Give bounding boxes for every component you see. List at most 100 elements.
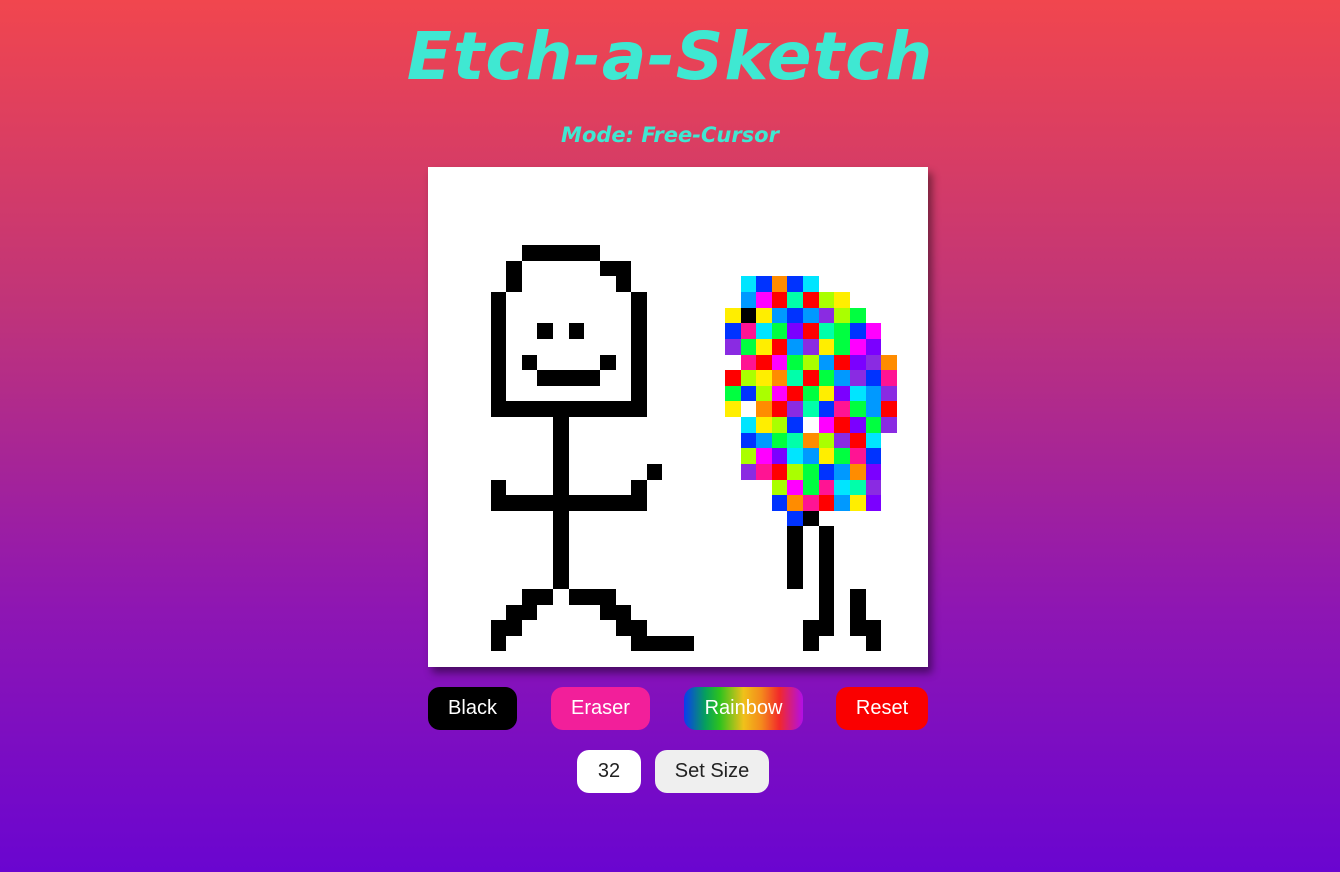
grid-cell[interactable] xyxy=(771,307,788,324)
grid-cell[interactable] xyxy=(693,588,710,605)
grid-cell[interactable] xyxy=(615,401,632,417)
grid-cell[interactable] xyxy=(615,323,632,339)
grid-cell[interactable] xyxy=(756,276,772,292)
grid-cell[interactable] xyxy=(678,401,694,417)
grid-cell[interactable] xyxy=(443,370,460,386)
grid-cell[interactable] xyxy=(865,651,882,667)
grid-cell[interactable] xyxy=(428,213,444,230)
grid-cell[interactable] xyxy=(474,588,491,605)
grid-cell[interactable] xyxy=(521,354,538,371)
grid-cell[interactable] xyxy=(865,557,882,574)
grid-cell[interactable] xyxy=(568,167,585,183)
grid-cell[interactable] xyxy=(865,417,882,433)
grid-cell[interactable] xyxy=(787,635,803,652)
grid-cell[interactable] xyxy=(459,651,475,667)
grid-cell[interactable] xyxy=(724,620,741,636)
grid-cell[interactable] xyxy=(678,385,694,402)
grid-cell[interactable] xyxy=(818,245,835,261)
grid-cell[interactable] xyxy=(443,167,460,183)
grid-cell[interactable] xyxy=(662,620,678,636)
grid-cell[interactable] xyxy=(803,604,819,621)
grid-cell[interactable] xyxy=(709,635,725,652)
grid-cell[interactable] xyxy=(662,323,678,339)
grid-cell[interactable] xyxy=(506,292,522,308)
grid-cell[interactable] xyxy=(537,588,553,605)
grid-cell[interactable] xyxy=(740,432,757,449)
grid-cell[interactable] xyxy=(537,635,553,652)
grid-cell[interactable] xyxy=(896,495,913,511)
grid-cell[interactable] xyxy=(584,479,600,496)
grid-cell[interactable] xyxy=(662,635,678,652)
grid-cell[interactable] xyxy=(771,245,788,261)
grid-cell[interactable] xyxy=(693,276,710,292)
grid-cell[interactable] xyxy=(849,432,866,449)
grid-cell[interactable] xyxy=(631,276,647,292)
grid-cell[interactable] xyxy=(459,323,475,339)
grid-cell[interactable] xyxy=(693,213,710,230)
grid-cell[interactable] xyxy=(553,182,569,199)
grid-cell[interactable] xyxy=(490,432,507,449)
grid-cell[interactable] xyxy=(896,370,913,386)
grid-cell[interactable] xyxy=(568,463,585,480)
grid-cell[interactable] xyxy=(428,292,444,308)
rainbow-button[interactable]: Rainbow xyxy=(684,687,803,730)
grid-cell[interactable] xyxy=(584,432,600,449)
grid-cell[interactable] xyxy=(537,198,553,214)
grid-cell[interactable] xyxy=(631,526,647,542)
grid-cell[interactable] xyxy=(646,370,663,386)
grid-cell[interactable] xyxy=(615,573,632,589)
grid-cell[interactable] xyxy=(834,463,850,480)
grid-cell[interactable] xyxy=(818,417,835,433)
grid-cell[interactable] xyxy=(428,323,444,339)
grid-cell[interactable] xyxy=(615,463,632,480)
grid-cell[interactable] xyxy=(506,495,522,511)
grid-cell[interactable] xyxy=(584,620,600,636)
grid-cell[interactable] xyxy=(787,526,803,542)
grid-cell[interactable] xyxy=(662,542,678,558)
grid-cell[interactable] xyxy=(756,526,772,542)
grid-cell[interactable] xyxy=(881,495,897,511)
grid-cell[interactable] xyxy=(896,417,913,433)
grid-cell[interactable] xyxy=(818,495,835,511)
grid-cell[interactable] xyxy=(537,495,553,511)
grid-cell[interactable] xyxy=(662,213,678,230)
grid-cell[interactable] xyxy=(787,213,803,230)
grid-cell[interactable] xyxy=(443,495,460,511)
grid-cell[interactable] xyxy=(521,573,538,589)
grid-cell[interactable] xyxy=(803,635,819,652)
grid-cell[interactable] xyxy=(912,213,928,230)
grid-cell[interactable] xyxy=(865,307,882,324)
grid-cell[interactable] xyxy=(678,182,694,199)
grid-cell[interactable] xyxy=(865,276,882,292)
grid-cell[interactable] xyxy=(912,245,928,261)
grid-cell[interactable] xyxy=(912,620,928,636)
grid-cell[interactable] xyxy=(506,463,522,480)
grid-cell[interactable] xyxy=(724,588,741,605)
grid-cell[interactable] xyxy=(443,526,460,542)
grid-cell[interactable] xyxy=(537,229,553,246)
grid-cell[interactable] xyxy=(849,307,866,324)
grid-cell[interactable] xyxy=(584,260,600,277)
grid-cell[interactable] xyxy=(459,260,475,277)
grid-cell[interactable] xyxy=(537,542,553,558)
grid-cell[interactable] xyxy=(615,542,632,558)
grid-cell[interactable] xyxy=(771,448,788,464)
grid-cell[interactable] xyxy=(428,557,444,574)
grid-cell[interactable] xyxy=(709,495,725,511)
grid-cell[interactable] xyxy=(787,542,803,558)
grid-cell[interactable] xyxy=(912,198,928,214)
grid-cell[interactable] xyxy=(631,417,647,433)
grid-cell[interactable] xyxy=(521,635,538,652)
grid-cell[interactable] xyxy=(568,510,585,527)
grid-cell[interactable] xyxy=(834,417,850,433)
grid-cell[interactable] xyxy=(740,307,757,324)
grid-cell[interactable] xyxy=(490,370,507,386)
grid-cell[interactable] xyxy=(474,213,491,230)
grid-cell[interactable] xyxy=(834,307,850,324)
grid-cell[interactable] xyxy=(756,542,772,558)
grid-cell[interactable] xyxy=(818,276,835,292)
grid-cell[interactable] xyxy=(771,557,788,574)
grid-cell[interactable] xyxy=(849,479,866,496)
grid-cell[interactable] xyxy=(865,635,882,652)
grid-cell[interactable] xyxy=(662,167,678,183)
